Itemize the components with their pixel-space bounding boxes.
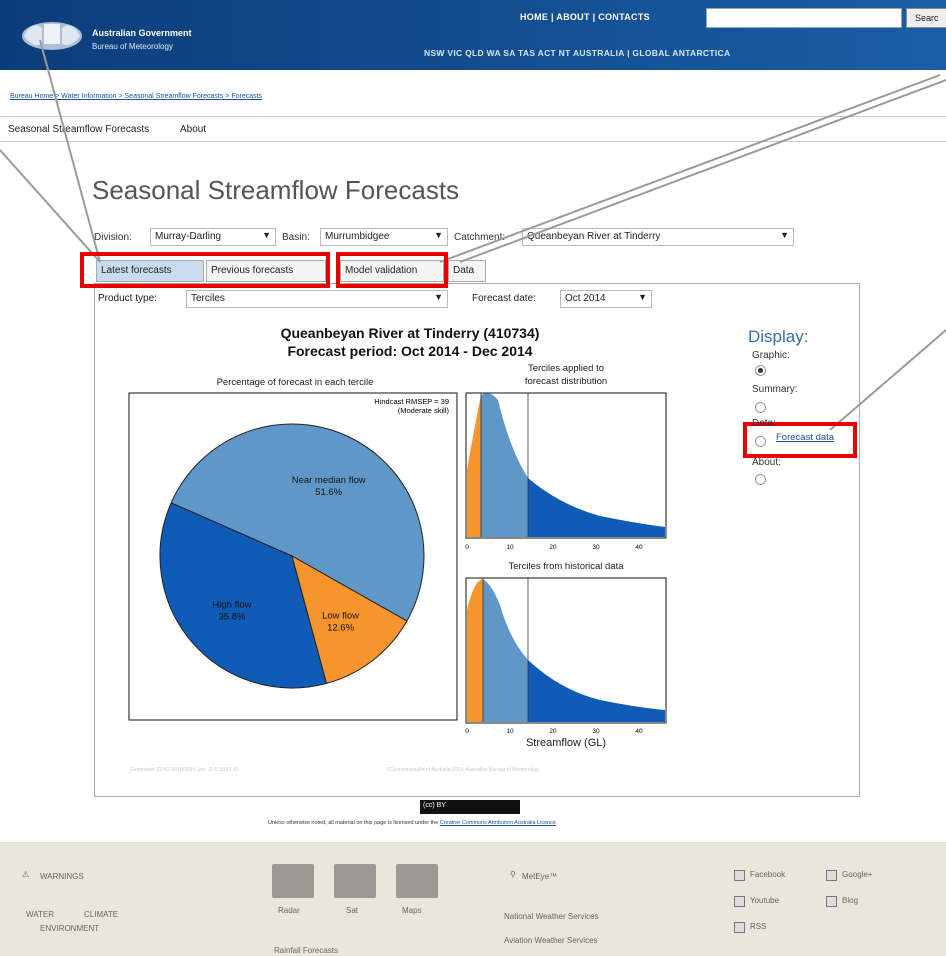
x-ticks-bottom: 0 10 20 30 40 <box>465 728 643 735</box>
footer-meteye[interactable]: MetEye™ <box>522 872 557 881</box>
x-tick-label: 0 <box>465 728 469 735</box>
graphic-radio[interactable] <box>755 365 766 376</box>
google-plus-icon <box>826 870 837 881</box>
footer-blog[interactable]: Blog <box>842 896 858 905</box>
footer-warnings[interactable]: WARNINGS <box>40 872 84 881</box>
maps-thumbnail[interactable] <box>396 864 438 898</box>
pie-label: Near median flow <box>292 475 366 486</box>
display-about-label: About: <box>752 457 781 468</box>
generated-credit: Generated: 22:43 06/10/2014 (ver. 11.6.1… <box>130 767 238 773</box>
x-tick-label: 40 <box>635 544 643 551</box>
location-pin-icon: ⚲ <box>510 870 516 879</box>
pie-percent: 12.6% <box>327 623 354 634</box>
display-graphic-label: Graphic: <box>752 350 790 361</box>
x-ticks-top: 0 10 20 30 40 <box>465 544 643 551</box>
footer-maps[interactable]: Maps <box>402 906 422 915</box>
x-tick-label: 30 <box>592 544 600 551</box>
x-tick-label: 40 <box>635 728 643 735</box>
satellite-thumbnail[interactable] <box>334 864 376 898</box>
forecast-distribution-chart <box>465 392 667 539</box>
highlight-forecast-tabs <box>80 252 330 288</box>
pie-percent: 51.6% <box>315 487 342 498</box>
historical-distribution-chart <box>465 577 667 724</box>
x-tick-label: 30 <box>592 728 600 735</box>
pie-label: Low flow <box>322 611 359 622</box>
footer-googleplus[interactable]: Google+ <box>842 870 872 879</box>
callout-lines <box>0 39 946 431</box>
license-link[interactable]: Creative Commons Attribution Australia L… <box>440 820 556 826</box>
cc-badge[interactable]: (cc) BY <box>420 800 520 814</box>
footer-rss[interactable]: RSS <box>750 922 766 931</box>
footer-sat[interactable]: Sat <box>346 906 358 915</box>
footer-radar[interactable]: Radar <box>278 906 300 915</box>
footer-environment[interactable]: ENVIRONMENT <box>40 924 99 933</box>
facebook-icon <box>734 870 745 881</box>
footer-facebook[interactable]: Facebook <box>750 870 785 879</box>
hindcast-line-2: (Moderate skill) <box>398 406 450 415</box>
about-radio[interactable] <box>755 474 766 485</box>
pie-label: High flow <box>212 600 251 611</box>
footer-climate[interactable]: CLIMATE <box>84 910 118 919</box>
x-tick-label: 0 <box>465 544 469 551</box>
x-tick-label: 20 <box>549 728 557 735</box>
radar-thumbnail[interactable] <box>272 864 314 898</box>
display-data-label: Data: <box>752 418 776 429</box>
footer-rainfall[interactable]: Rainfall Forecasts <box>274 946 338 955</box>
copyright-credit: ©Commonwealth of Australia 2014, Austral… <box>386 767 540 773</box>
license-note: Unless otherwise noted, all material on … <box>268 820 556 826</box>
footer-nws[interactable]: National Weather Services <box>504 912 599 921</box>
highlight-validation-tab <box>336 252 448 288</box>
summary-radio[interactable] <box>755 402 766 413</box>
rss-icon <box>734 922 745 933</box>
warning-icon: ⚠ <box>22 870 30 879</box>
display-summary-label: Summary: <box>752 384 798 395</box>
forecast-data-link[interactable]: Forecast data <box>776 432 834 443</box>
pie-percent: 35.8% <box>218 612 245 623</box>
site-footer: ⚠ WARNINGS WATER CLIMATE ENVIRONMENT Rad… <box>0 842 946 956</box>
x-tick-label: 10 <box>506 544 514 551</box>
x-tick-label: 10 <box>506 728 514 735</box>
footer-aviation[interactable]: Aviation Weather Services <box>504 936 598 945</box>
footer-youtube[interactable]: Youtube <box>750 896 779 905</box>
display-title: Display: <box>748 327 809 346</box>
pie-chart: Near median flow51.6% High flow35.8% Low f… <box>159 423 425 689</box>
x-tick-label: 20 <box>549 544 557 551</box>
hindcast-line-1: Hindcast RMSEP = 39 <box>374 397 449 406</box>
data-radio[interactable] <box>755 436 766 447</box>
youtube-icon <box>734 896 745 907</box>
blog-icon <box>826 896 837 907</box>
footer-water[interactable]: WATER <box>26 910 54 919</box>
license-text: Unless otherwise noted, all material on … <box>268 820 439 826</box>
